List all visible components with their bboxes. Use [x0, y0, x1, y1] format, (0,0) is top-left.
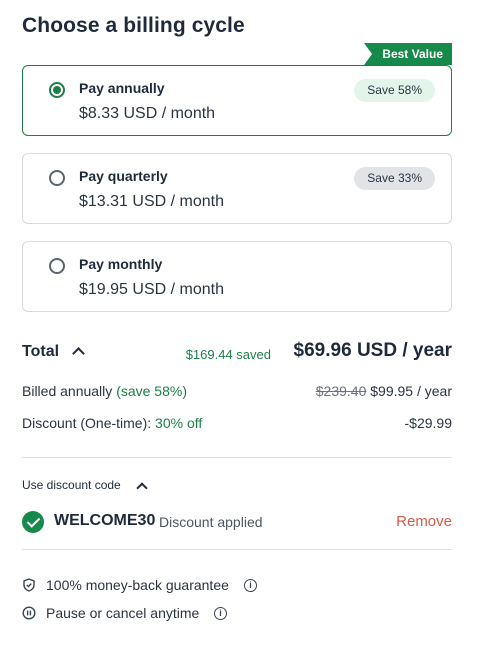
- check-circle-icon: [22, 511, 44, 533]
- plan-price: $19.95 USD / month: [79, 281, 224, 298]
- billed-label: Billed annually: [22, 383, 113, 399]
- save-badge: Save 58%: [354, 79, 435, 102]
- radio-icon[interactable]: [49, 258, 65, 274]
- plan-option-annually[interactable]: Pay annually $8.33 USD / month Save 58%: [22, 65, 452, 136]
- plan-option-monthly[interactable]: Pay monthly $19.95 USD / month: [22, 241, 452, 312]
- info-icon[interactable]: i: [214, 607, 227, 620]
- assurance-text: 100% money-back guarantee: [46, 577, 229, 593]
- plan-name: Pay quarterly: [79, 168, 168, 184]
- discount-code-toggle[interactable]: Use discount code: [22, 478, 121, 492]
- chevron-up-icon[interactable]: [72, 347, 85, 360]
- discount-amount: -$29.99: [404, 415, 452, 431]
- remove-discount-button[interactable]: Remove: [396, 513, 452, 530]
- pause-icon: [22, 606, 36, 620]
- discount-label: Discount (One-time):: [22, 415, 152, 431]
- plan-price: $13.31 USD / month: [79, 193, 224, 210]
- total-toggle[interactable]: Total: [22, 343, 59, 361]
- billed-row: Billed annually (save 58%) $239.40 $99.9…: [22, 383, 452, 399]
- total-summary: Total $169.44 saved $69.96 USD / year: [22, 340, 452, 364]
- billed-amount: $239.40 $99.95 / year: [316, 383, 452, 399]
- billed-price: $99.95 / year: [370, 383, 452, 399]
- plan-option-quarterly[interactable]: Pay quarterly $13.31 USD / month Save 33…: [22, 153, 452, 224]
- assurance-text: Pause or cancel anytime: [46, 605, 200, 621]
- radio-icon[interactable]: [49, 170, 65, 186]
- shield-icon: [23, 578, 35, 592]
- discount-code-value: WELCOME30: [54, 512, 156, 529]
- chevron-up-icon[interactable]: [136, 482, 148, 494]
- discount-value: 30% off: [155, 415, 203, 431]
- original-price: $239.40: [315, 383, 367, 399]
- total-price: $69.96 USD / year: [293, 340, 452, 361]
- discount-row: Discount (One-time): 30% off -$29.99: [22, 415, 452, 431]
- best-value-badge: Best Value: [364, 43, 452, 65]
- billed-save: (save 58%): [116, 383, 187, 399]
- divider: [22, 549, 452, 550]
- total-label: Total: [22, 343, 60, 360]
- page-title: Choose a billing cycle: [22, 14, 245, 37]
- radio-selected-icon[interactable]: [49, 82, 65, 98]
- total-saved: $169.44 saved: [185, 347, 271, 362]
- plan-name: Pay annually: [79, 80, 165, 96]
- divider: [22, 457, 452, 458]
- discount-status: Discount applied: [159, 514, 263, 530]
- plan-name: Pay monthly: [79, 256, 163, 272]
- plan-price: $8.33 USD / month: [79, 105, 216, 122]
- save-badge: Save 33%: [354, 167, 435, 190]
- info-icon[interactable]: i: [244, 579, 257, 592]
